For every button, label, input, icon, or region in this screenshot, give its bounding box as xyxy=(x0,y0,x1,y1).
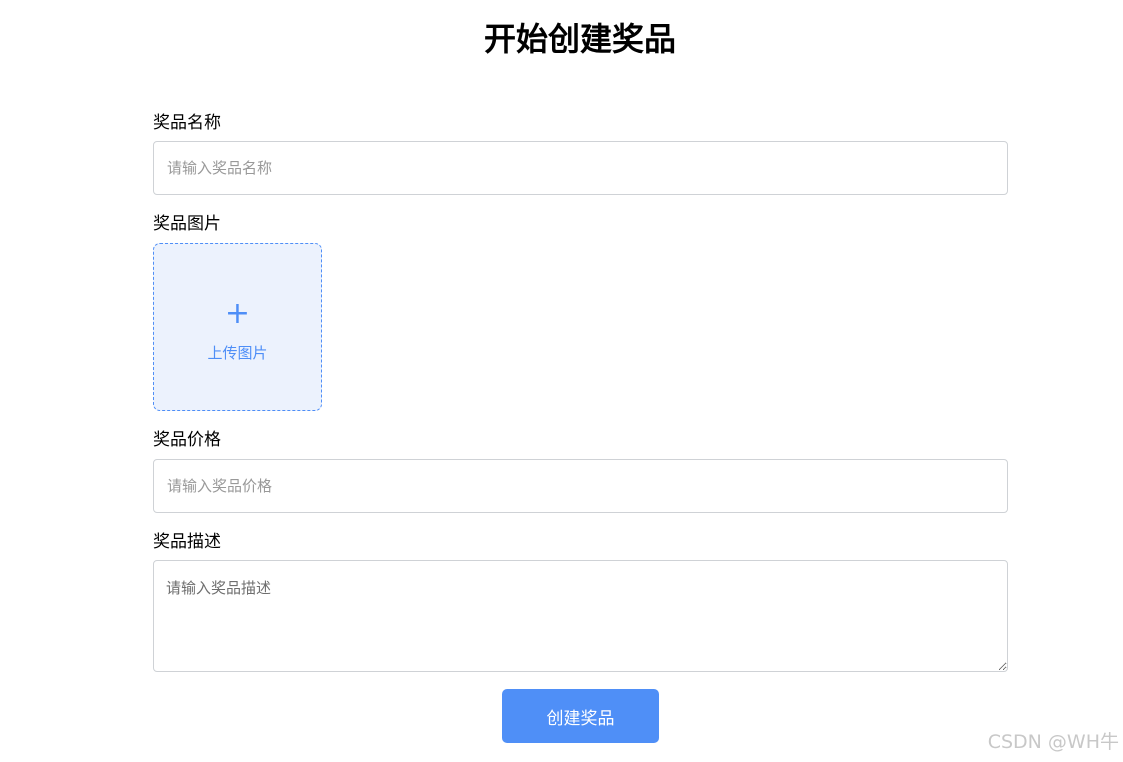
prize-price-label: 奖品价格 xyxy=(153,430,221,450)
prize-price-input[interactable] xyxy=(153,459,1008,513)
prize-name-label: 奖品名称 xyxy=(153,113,221,133)
plus-icon: + xyxy=(224,296,251,331)
prize-image-label: 奖品图片 xyxy=(153,214,221,234)
prize-description-textarea[interactable] xyxy=(153,560,1008,672)
page-title: 开始创建奖品 xyxy=(483,20,676,58)
upload-image-text: 上传图片 xyxy=(207,344,268,362)
prize-name-input[interactable] xyxy=(153,141,1008,195)
watermark: CSDN @WH牛 xyxy=(987,731,1119,753)
prize-description-label: 奖品描述 xyxy=(153,532,221,552)
image-upload-button[interactable]: + 上传图片 xyxy=(153,243,322,411)
create-prize-button[interactable]: 创建奖品 xyxy=(502,689,659,743)
create-prize-page: 开始创建奖品 奖品名称 奖品图片 + 上传图片 奖品价格 奖品描述 创建奖品 C… xyxy=(0,0,1123,762)
